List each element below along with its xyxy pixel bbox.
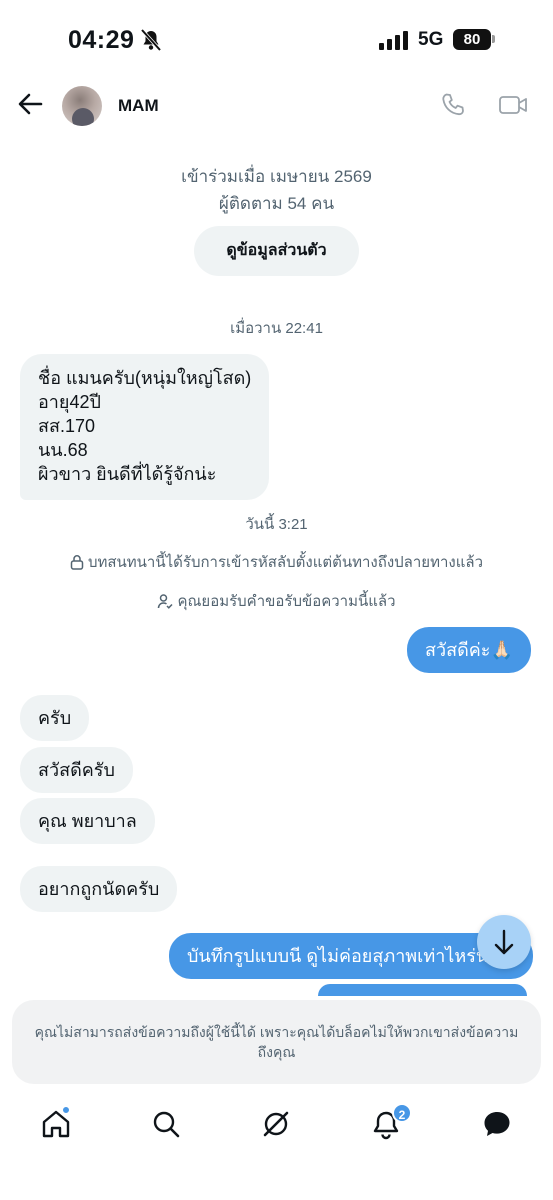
message-line: นน.68 [38, 440, 88, 460]
person-check-icon [158, 594, 173, 609]
phone-icon[interactable] [440, 92, 466, 118]
avatar[interactable] [62, 86, 102, 126]
lock-icon [70, 555, 84, 570]
scroll-to-bottom-button[interactable] [477, 915, 531, 969]
back-arrow-icon[interactable] [16, 90, 44, 118]
outgoing-message-bubble-partial [318, 984, 527, 996]
bottom-navigation: 2 [0, 1094, 553, 1200]
network-type: 5G [418, 29, 444, 50]
accepted-notice-text: คุณยอมรับคำขอรับข้อความนี้แล้ว [177, 593, 396, 610]
message-line: ผิวขาว ยินดีที่ได้รู้จักน่ะ [38, 464, 217, 484]
incoming-message-bubble[interactable]: ครับ [20, 695, 90, 741]
blocked-notice: คุณไม่สามารถส่งข้อความถึงผู้ใช้นี้ได้ เพ… [12, 1000, 541, 1084]
view-profile-button[interactable]: ดูข้อมูลส่วนตัว [194, 226, 359, 276]
signal-icon [379, 31, 408, 50]
video-call-icon[interactable] [498, 92, 528, 118]
notifications-badge: 2 [392, 1103, 412, 1123]
status-bar: 04:29 5G 80 [0, 0, 553, 72]
conversation-header: MAM [0, 72, 553, 142]
message-line: อายุ42ปี [38, 392, 101, 412]
status-time: 04:29 [68, 26, 135, 54]
encryption-notice: บทสนทนานี้ได้รับการเข้ารหัสลับตั้งแต่ต้น… [0, 550, 553, 574]
outgoing-message-bubble[interactable]: สวัสดีค่ะ🙏🏻 [407, 627, 531, 673]
incoming-message-bubble[interactable]: คุณ พยาบาล [20, 798, 155, 844]
message-timestamp: เมื่อวาน 22:41 [230, 320, 323, 337]
bell-off-icon [140, 28, 162, 52]
messages-icon[interactable] [481, 1108, 513, 1140]
search-icon[interactable] [150, 1108, 182, 1140]
home-unread-dot [62, 1106, 70, 1114]
battery-icon [492, 35, 495, 43]
message-line: สส.170 [38, 416, 96, 436]
battery-level: 80 [453, 29, 491, 50]
accepted-request-notice: คุณยอมรับคำขอรับข้อความนี้แล้ว [0, 589, 553, 613]
contact-name[interactable]: MAM [118, 96, 159, 116]
message-line: ชื่อ แมนครับ(หนุ่มใหญ่โสด) [38, 368, 252, 388]
grok-icon[interactable] [260, 1108, 292, 1140]
incoming-message-bubble[interactable]: สวัสดีครับ [20, 747, 133, 793]
joined-date: เข้าร่วมเมื่อ เมษายน 2569 [181, 167, 372, 186]
arrow-down-icon [494, 929, 514, 955]
message-timestamp: วันนี้ 3:21 [245, 516, 308, 533]
encryption-notice-text: บทสนทนานี้ได้รับการเข้ารหัสลับตั้งแต่ต้น… [87, 554, 484, 571]
incoming-message-bubble[interactable]: ชื่อ แมนครับ(หนุ่มใหญ่โสด) อายุ42ปี สส.1… [20, 354, 270, 500]
follower-count: ผู้ติดตาม 54 คน [218, 194, 335, 213]
incoming-message-bubble[interactable]: อยากถูกนัดครับ [20, 866, 178, 912]
